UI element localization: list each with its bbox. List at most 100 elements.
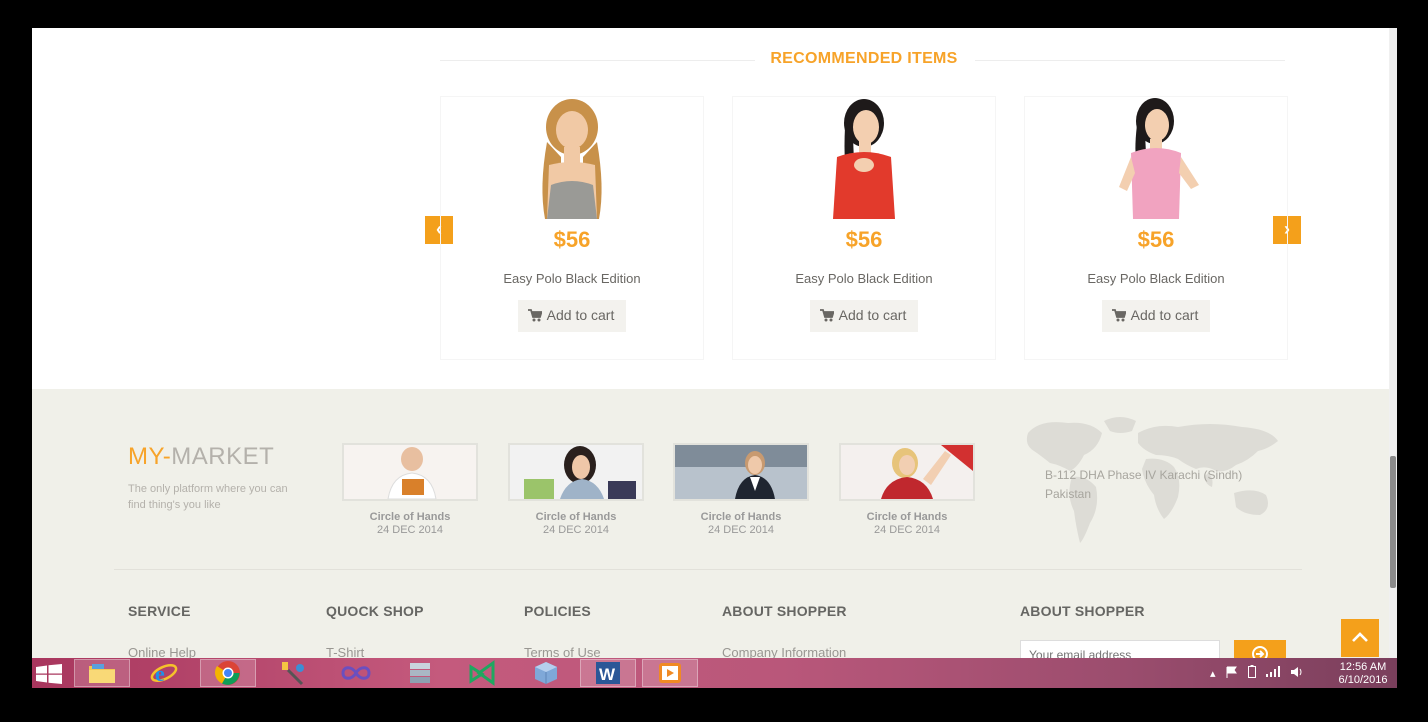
taskbar-word[interactable]: W <box>580 659 636 687</box>
taskbar-visual-studio-infinity[interactable] <box>328 659 384 687</box>
taskbar-file-explorer[interactable] <box>74 659 130 687</box>
video-title: Circle of Hands <box>866 511 948 523</box>
product-price: $56 <box>1137 227 1175 252</box>
svg-text:W: W <box>599 665 616 684</box>
footer-logo[interactable]: MY-MARKET <box>128 443 274 471</box>
product-image[interactable] <box>1101 97 1211 219</box>
product-card[interactable]: $56 Easy Polo Black Edition Add to cart <box>732 96 996 360</box>
taskbar-internet-explorer[interactable]: e <box>136 659 192 687</box>
arrow-circle-right-icon <box>1251 645 1269 658</box>
network-signal-icon[interactable] <box>1265 666 1280 680</box>
chrome-icon <box>215 661 240 685</box>
footer-tagline: The only platform where you can find thi… <box>128 483 288 511</box>
paint-tool-icon <box>282 662 304 686</box>
shopping-cart-icon <box>527 309 543 325</box>
add-to-cart-button[interactable]: Add to cart <box>809 300 919 332</box>
product-price: $56 <box>845 227 883 252</box>
taskbar-paint[interactable] <box>264 659 320 687</box>
folder-icon <box>89 664 115 683</box>
video-thumbnail[interactable] <box>839 443 975 501</box>
product-name: Easy Polo Black Edition <box>503 271 641 286</box>
internet-explorer-icon: e <box>150 661 178 686</box>
taskbar-clock[interactable]: 12:56 AM 6/10/2016 <box>1335 661 1391 687</box>
add-to-cart-button[interactable]: Add to cart <box>517 300 627 332</box>
taskbar-database-tool[interactable] <box>392 659 448 687</box>
word-icon: W <box>596 662 620 684</box>
email-input[interactable] <box>1020 640 1220 658</box>
visual-studio-icon <box>469 660 495 686</box>
video-thumbnail[interactable] <box>508 443 644 501</box>
svg-text:e: e <box>155 661 165 686</box>
taskbar-chrome[interactable] <box>200 659 256 687</box>
chevron-up-icon <box>1350 632 1370 652</box>
start-button[interactable] <box>36 664 62 688</box>
video-date: 24 DEC 2014 <box>376 524 444 536</box>
taskbar-visual-studio[interactable] <box>454 659 510 687</box>
footer-column-service: SERVICE Online Help <box>128 603 196 658</box>
video-thumbnail[interactable] <box>673 443 809 501</box>
footer-link[interactable]: Online Help <box>128 645 196 658</box>
add-to-cart-button[interactable]: Add to cart <box>1101 300 1211 332</box>
video-item[interactable]: Circle of Hands 24 DEC 2014 <box>342 443 478 536</box>
clock-date: 6/10/2016 <box>1338 674 1388 686</box>
web-page: RECOMMENDED ITEMS ‹ › $56 Easy Polo Blac… <box>32 28 1389 658</box>
footer-link[interactable]: T-Shirt <box>326 645 424 658</box>
footer-divider <box>114 569 1302 570</box>
title-rule-right <box>975 60 1285 61</box>
footer-column-heading: ABOUT SHOPPER <box>1020 603 1145 619</box>
product-image[interactable] <box>809 97 919 219</box>
windows-logo-icon <box>36 664 62 684</box>
footer-column-heading: QUOCK SHOP <box>326 603 424 619</box>
show-hidden-icons-icon[interactable]: ▴ <box>1210 667 1216 680</box>
video-title: Circle of Hands <box>535 511 617 523</box>
taskbar-virtualbox[interactable] <box>518 659 574 687</box>
footer-column-policies: POLICIES Terms of Use <box>524 603 601 658</box>
shopping-cart-icon <box>819 309 835 325</box>
add-to-cart-label: Add to cart <box>838 307 907 323</box>
footer-column-heading: ABOUT SHOPPER <box>722 603 847 619</box>
video-title: Circle of Hands <box>700 511 782 523</box>
video-item[interactable]: Circle of Hands 24 DEC 2014 <box>508 443 644 536</box>
scrollbar-thumb[interactable] <box>1390 456 1396 588</box>
video-item[interactable]: Circle of Hands 24 DEC 2014 <box>673 443 809 536</box>
scroll-to-top-button[interactable] <box>1341 619 1379 657</box>
shopping-cart-icon <box>1111 309 1127 325</box>
recommended-title: RECOMMENDED ITEMS <box>770 50 958 67</box>
system-tray: ▴ <box>1210 658 1304 688</box>
footer-address: B-112 DHA Phase IV Karachi (Sindh) Pakis… <box>1045 468 1243 501</box>
page-scrollbar[interactable] <box>1389 28 1397 658</box>
subscribe-button[interactable] <box>1234 640 1286 658</box>
footer-column-about-shopper: ABOUT SHOPPER Company Information <box>722 603 847 658</box>
footer-column-heading: POLICIES <box>524 603 591 619</box>
media-player-icon <box>659 663 681 683</box>
product-price: $56 <box>553 227 591 252</box>
windows-taskbar: e W ▴ 12:56 AM 6/10/2016 <box>32 658 1397 688</box>
infinity-icon <box>341 666 371 680</box>
video-thumbnail[interactable] <box>342 443 478 501</box>
add-to-cart-label: Add to cart <box>1130 307 1199 323</box>
product-name: Easy Polo Black Edition <box>795 271 933 286</box>
video-date: 24 DEC 2014 <box>707 524 775 536</box>
taskbar-media-player[interactable] <box>642 659 698 687</box>
product-card[interactable]: $56 Easy Polo Black Edition Add to cart <box>440 96 704 360</box>
product-card[interactable]: $56 Easy Polo Black Edition Add to cart <box>1024 96 1288 360</box>
clock-time: 12:56 AM <box>1339 661 1387 673</box>
battery-icon[interactable] <box>1247 665 1256 681</box>
video-date: 24 DEC 2014 <box>873 524 941 536</box>
video-title: Circle of Hands <box>369 511 451 523</box>
product-image[interactable] <box>517 97 627 219</box>
footer-column-newsletter: ABOUT SHOPPER <box>1020 603 1145 619</box>
add-to-cart-label: Add to cart <box>546 307 615 323</box>
cube-icon <box>535 662 557 684</box>
footer-link[interactable]: Company Information <box>722 645 847 658</box>
speaker-volume-icon[interactable] <box>1290 666 1304 681</box>
footer-column-quick-shop: QUOCK SHOP T-Shirt <box>326 603 424 658</box>
browser-viewport: RECOMMENDED ITEMS ‹ › $56 Easy Polo Blac… <box>32 28 1397 688</box>
flag-icon[interactable] <box>1226 666 1238 681</box>
product-name: Easy Polo Black Edition <box>1087 271 1225 286</box>
footer-link[interactable]: Terms of Use <box>524 645 601 658</box>
video-item[interactable]: Circle of Hands 24 DEC 2014 <box>839 443 975 536</box>
footer: MY-MARKET The only platform where you ca… <box>32 389 1389 658</box>
title-rule-left <box>440 60 755 61</box>
database-icon <box>410 663 430 683</box>
